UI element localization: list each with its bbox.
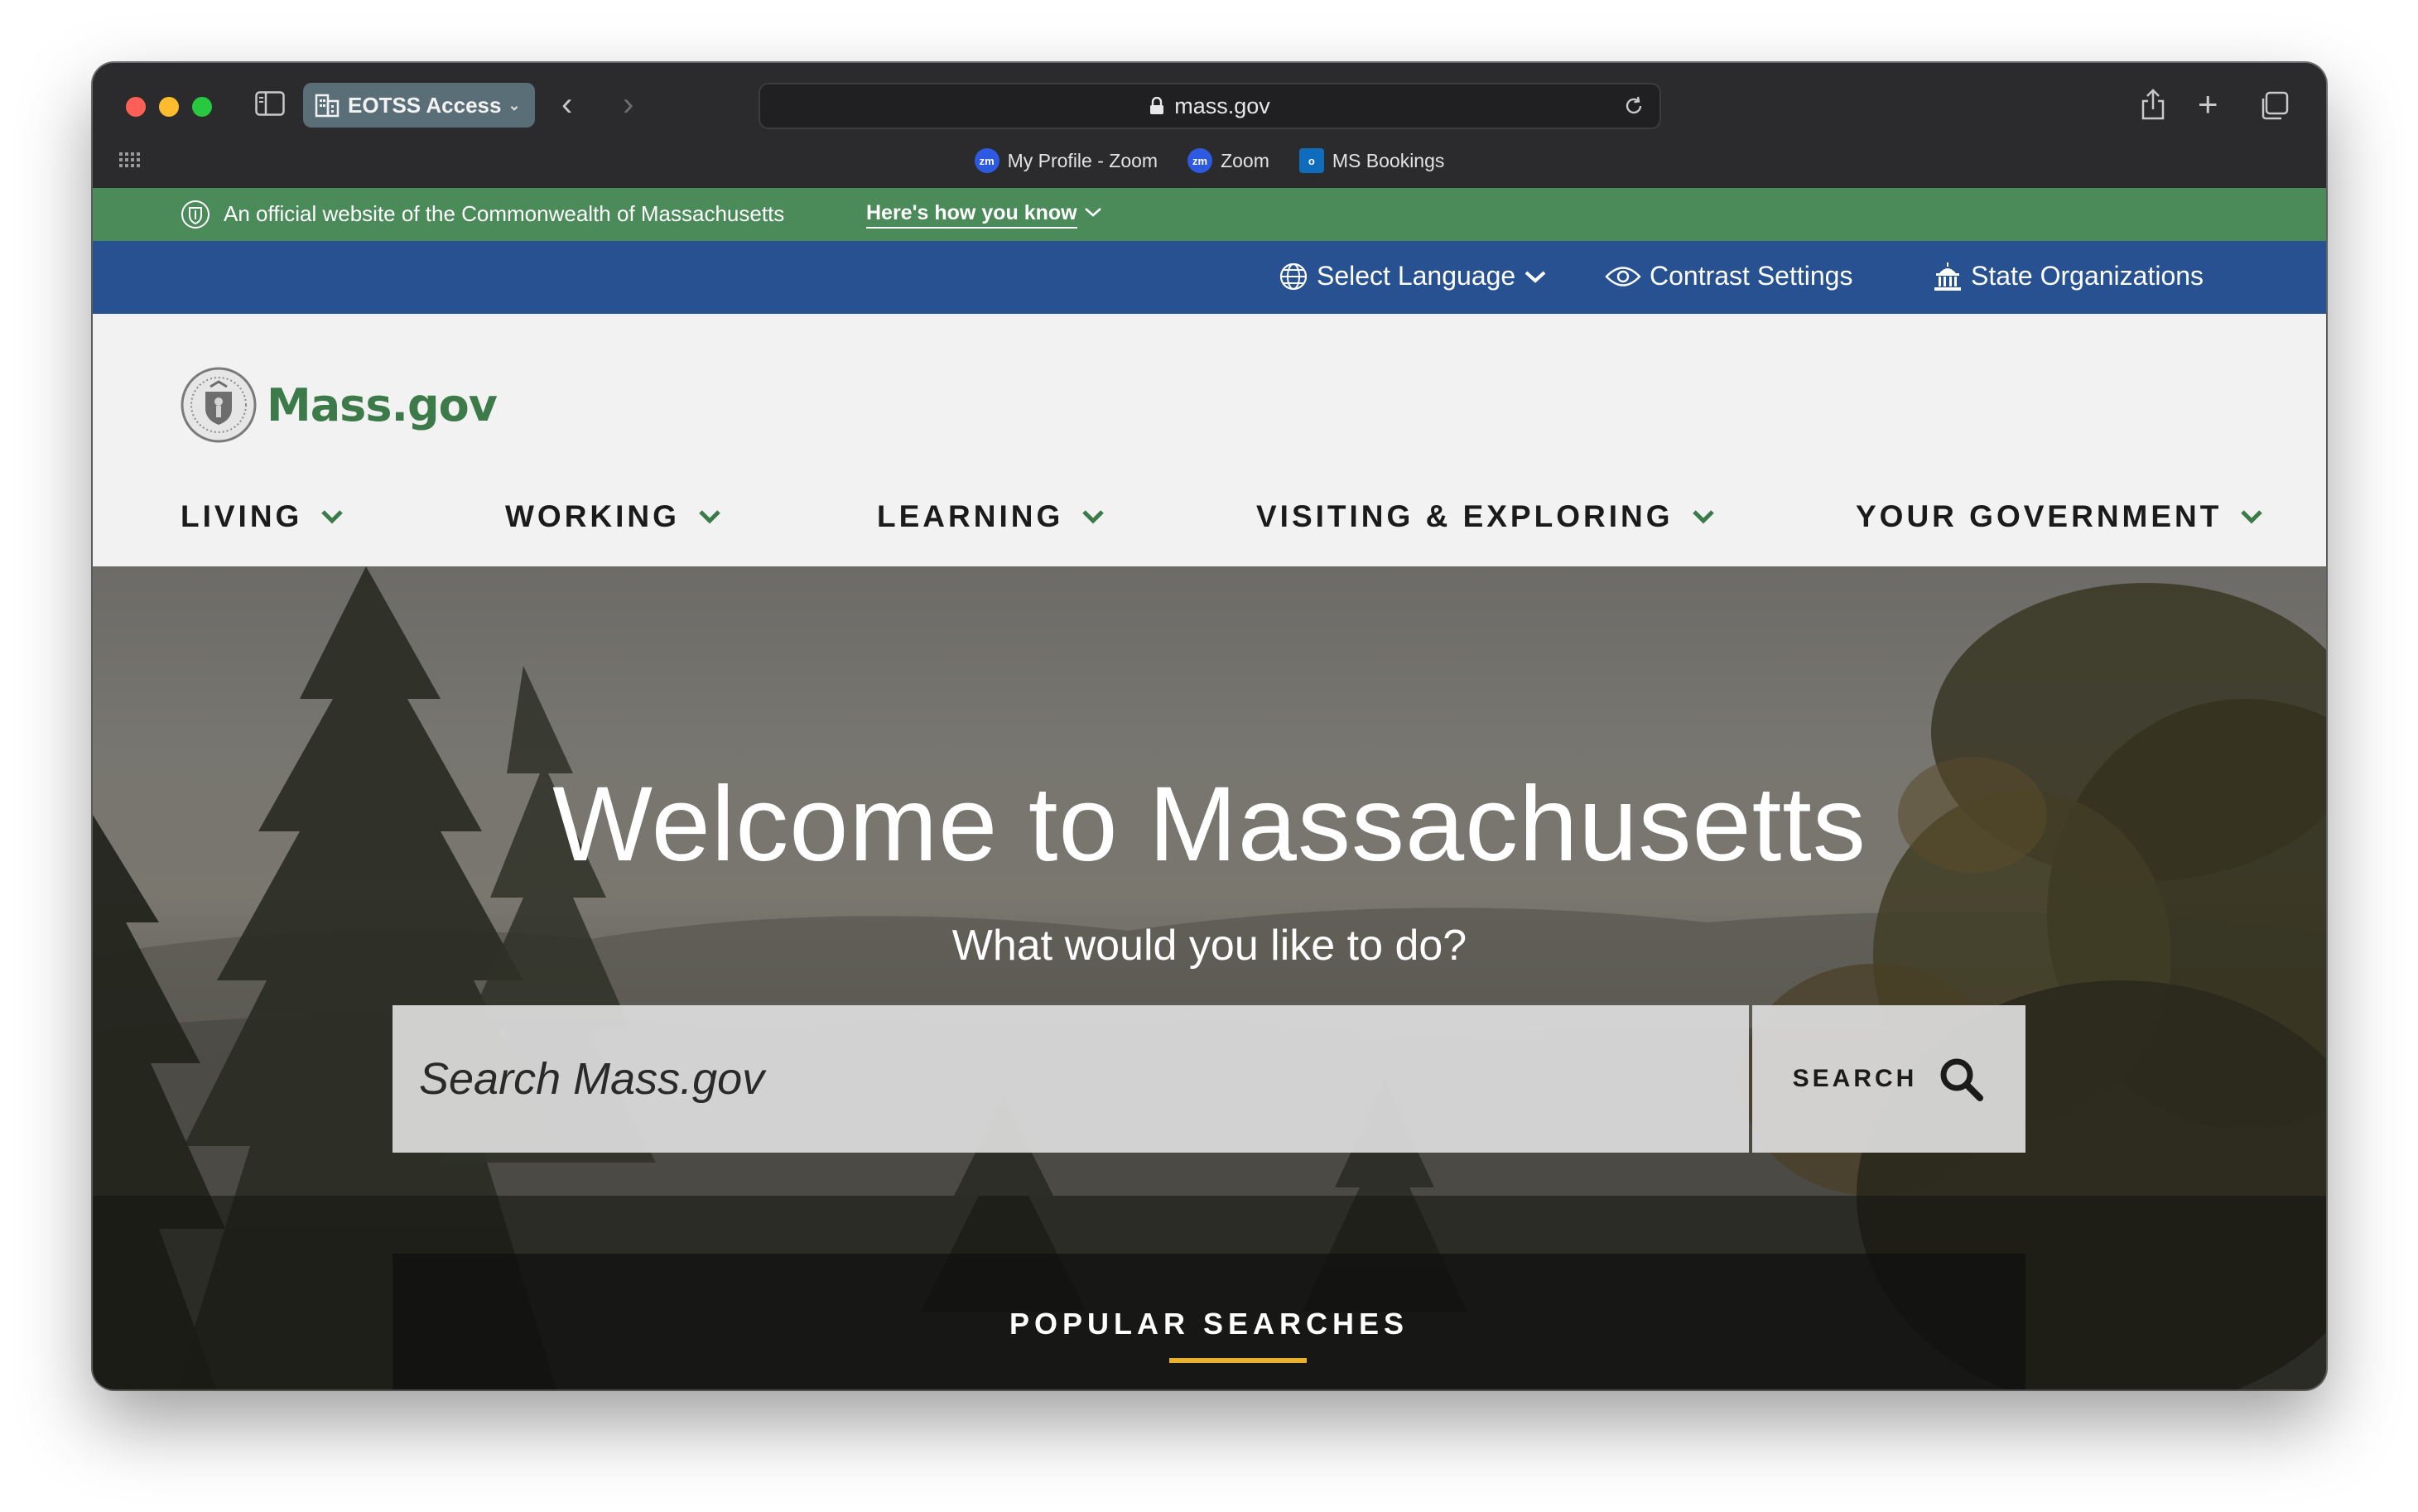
search-button[interactable]: SEARCH [1752, 1005, 2025, 1153]
chevron-down-icon: ⌄ [508, 96, 521, 113]
logo-wordmark: Mass.gov [267, 378, 498, 431]
globe-icon [1279, 262, 1308, 290]
contrast-settings-button[interactable]: Contrast Settings [1605, 261, 1852, 291]
fullscreen-window-button[interactable] [192, 97, 212, 117]
bookmarks-bar: zm My Profile - Zoom zm Zoom o MS Bookin… [93, 144, 2326, 177]
popular-searches-panel: POPULAR SEARCHES [393, 1254, 2025, 1389]
hero-subtitle: What would you like to do? [951, 922, 1467, 970]
chevron-down-icon [1692, 510, 1714, 524]
new-tab-icon[interactable]: + [2198, 87, 2218, 122]
bookmark-ms-bookings[interactable]: o MS Bookings [1298, 144, 1445, 177]
bookmark-label: My Profile - Zoom [1007, 149, 1158, 171]
nav-your-government[interactable]: YOUR GOVERNMENT [1856, 499, 2263, 534]
hero-section: Welcome to Massachusetts What would you … [93, 566, 2326, 1389]
bookmark-my-profile-zoom[interactable]: zm My Profile - Zoom [974, 144, 1158, 177]
utility-nav: Select Language Contrast Settings State … [93, 241, 2326, 314]
chevron-down-icon [1082, 510, 1105, 524]
back-arrow-icon[interactable]: ‹ [561, 86, 572, 123]
outlook-icon: o [1298, 148, 1324, 173]
heading-underline [1169, 1358, 1307, 1363]
address-bar[interactable]: mass.gov [759, 83, 1661, 129]
search-button-label: SEARCH [1792, 1065, 1918, 1092]
bookmark-zoom[interactable]: zm Zoom [1187, 144, 1269, 177]
chevron-down-icon [699, 510, 720, 524]
browser-toolbar: EOTSS Access ⌄ ‹ › mass.gov + zm My Prof… [93, 63, 2326, 190]
search-input[interactable] [393, 1005, 1749, 1153]
state-house-icon [1934, 262, 1961, 291]
state-organizations-button[interactable]: State Organizations [1933, 261, 2204, 291]
chevron-down-icon[interactable] [1083, 205, 1103, 219]
building-icon [315, 94, 340, 118]
bookmark-label: Zoom [1221, 149, 1269, 171]
contrast-settings-label: Contrast Settings [1650, 261, 1853, 291]
nav-label: LEARNING [877, 499, 1064, 533]
nav-label: LIVING [181, 499, 303, 533]
nav-working[interactable]: WORKING [505, 499, 721, 534]
official-site-text: An official website of the Commonwealth … [224, 201, 785, 226]
how-you-know-link[interactable]: Here's how you know [866, 201, 1077, 229]
close-window-button[interactable] [126, 97, 146, 117]
browser-window: EOTSS Access ⌄ ‹ › mass.gov + zm My Prof… [93, 63, 2326, 1389]
tab-overview-icon[interactable] [2259, 91, 2289, 121]
zoom-icon: zm [1187, 148, 1213, 173]
forward-arrow-icon[interactable]: › [623, 86, 633, 123]
nav-living[interactable]: LIVING [181, 499, 344, 534]
nav-label: WORKING [505, 499, 680, 533]
hero-title: Welcome to Massachusetts [552, 765, 1866, 884]
main-navigation: LIVING WORKING LEARNING VISITING & EXPLO… [93, 499, 2326, 549]
nav-label: VISITING & EXPLORING [1256, 499, 1674, 533]
mass-gov-logo[interactable]: Mass.gov [181, 367, 498, 443]
tab-group-label: EOTSS Access [348, 92, 502, 118]
nav-label: YOUR GOVERNMENT [1856, 499, 2223, 533]
chevron-down-icon [1524, 271, 1546, 283]
address-text: mass.gov [1174, 93, 1270, 118]
select-language-label: Select Language [1317, 261, 1516, 291]
chevron-down-icon [321, 510, 344, 524]
state-organizations-label: State Organizations [1971, 261, 2204, 291]
select-language-button[interactable]: Select Language [1279, 261, 1547, 291]
search-icon [1940, 1058, 1984, 1101]
sidebar-toggle-icon[interactable] [255, 91, 285, 116]
bookmark-label: MS Bookings [1332, 149, 1445, 171]
commonwealth-seal-icon [181, 367, 257, 443]
popular-searches-heading: POPULAR SEARCHES [1009, 1307, 1409, 1341]
lock-icon [1150, 97, 1164, 114]
site-search: SEARCH [393, 1005, 2025, 1153]
nav-learning[interactable]: LEARNING [877, 499, 1105, 534]
chevron-down-icon [2241, 510, 2263, 524]
tab-group-button[interactable]: EOTSS Access ⌄ [303, 83, 535, 128]
minimize-window-button[interactable] [159, 97, 179, 117]
reload-icon[interactable] [1623, 95, 1645, 117]
official-site-banner: An official website of the Commonwealth … [93, 188, 2326, 241]
zoom-icon: zm [974, 148, 999, 173]
page-viewport: An official website of the Commonwealth … [93, 188, 2326, 1389]
state-seal-icon [181, 200, 210, 229]
site-header: Mass.gov LIVING WORKING LEARNING VISITIN… [93, 314, 2326, 566]
nav-visiting-exploring[interactable]: VISITING & EXPLORING [1256, 499, 1715, 534]
eye-icon [1605, 266, 1641, 287]
share-icon[interactable] [2139, 88, 2167, 121]
